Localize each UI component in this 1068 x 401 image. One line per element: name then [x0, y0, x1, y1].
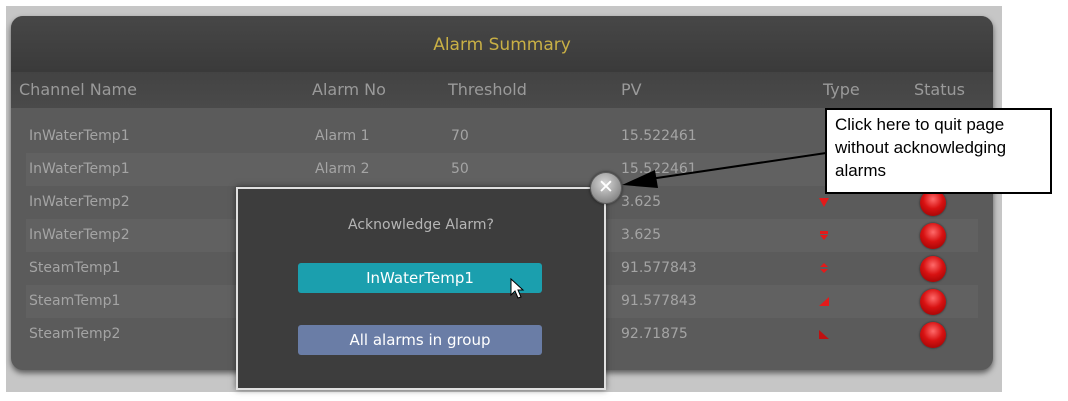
callout-line: alarms	[835, 161, 887, 180]
deviation-low-icon	[820, 231, 828, 240]
callout-line: Click here to quit page	[835, 115, 1005, 134]
acknowledge-channel-button[interactable]: InWaterTemp1	[298, 263, 542, 293]
pv-cell: 15.522461	[621, 128, 697, 144]
callout-line: without acknowledging	[835, 138, 1007, 157]
column-header-channel-name: Channel Name	[19, 80, 137, 99]
pv-cell: 91.577843	[621, 260, 697, 276]
column-header-type: Type	[823, 80, 860, 99]
alarm-no-cell: Alarm 2	[315, 161, 370, 177]
pv-cell: 3.625	[621, 194, 662, 210]
channel-name-cell: InWaterTemp1	[29, 128, 130, 144]
triangle-down-icon	[819, 198, 829, 207]
column-header-alarm-no: Alarm No	[312, 80, 386, 99]
status-indicator	[920, 223, 946, 249]
pv-cell: 92.71875	[621, 326, 688, 342]
dialog-title: Acknowledge Alarm?	[348, 217, 494, 233]
channel-name-cell: InWaterTemp2	[29, 227, 130, 243]
channel-name-cell: SteamTemp2	[29, 326, 121, 342]
pv-cell: 91.577843	[621, 293, 697, 309]
column-header-pv: PV	[621, 80, 642, 99]
table-header: Channel Name Alarm No Threshold PV Type …	[11, 72, 993, 108]
threshold-cell: 70	[451, 128, 469, 144]
callout-note: Click here to quit page without acknowle…	[825, 108, 1052, 194]
acknowledge-alarm-dialog: Acknowledge Alarm? InWaterTemp1 All alar…	[236, 187, 606, 390]
channel-name-cell: SteamTemp1	[29, 260, 121, 276]
acknowledge-all-in-group-button[interactable]: All alarms in group	[298, 325, 542, 355]
threshold-cell: 50	[451, 161, 469, 177]
pv-cell: 3.625	[621, 227, 662, 243]
mouse-cursor-icon	[510, 278, 525, 299]
close-icon[interactable]: ✕	[590, 172, 622, 204]
panel-title: Alarm Summary	[11, 16, 993, 72]
rate-fall-icon	[819, 330, 829, 339]
alarm-no-cell: Alarm 1	[315, 128, 370, 144]
deviation-band-icon	[820, 263, 828, 273]
channel-name-cell: SteamTemp1	[29, 293, 121, 309]
column-header-status: Status	[914, 80, 965, 99]
status-indicator	[920, 289, 946, 315]
column-header-threshold: Threshold	[448, 80, 527, 99]
channel-name-cell: InWaterTemp1	[29, 161, 130, 177]
pv-cell: 15.522461	[621, 161, 697, 177]
channel-name-cell: InWaterTemp2	[29, 194, 130, 210]
status-indicator	[920, 322, 946, 348]
status-indicator	[920, 256, 946, 282]
rate-rise-icon	[819, 297, 829, 306]
